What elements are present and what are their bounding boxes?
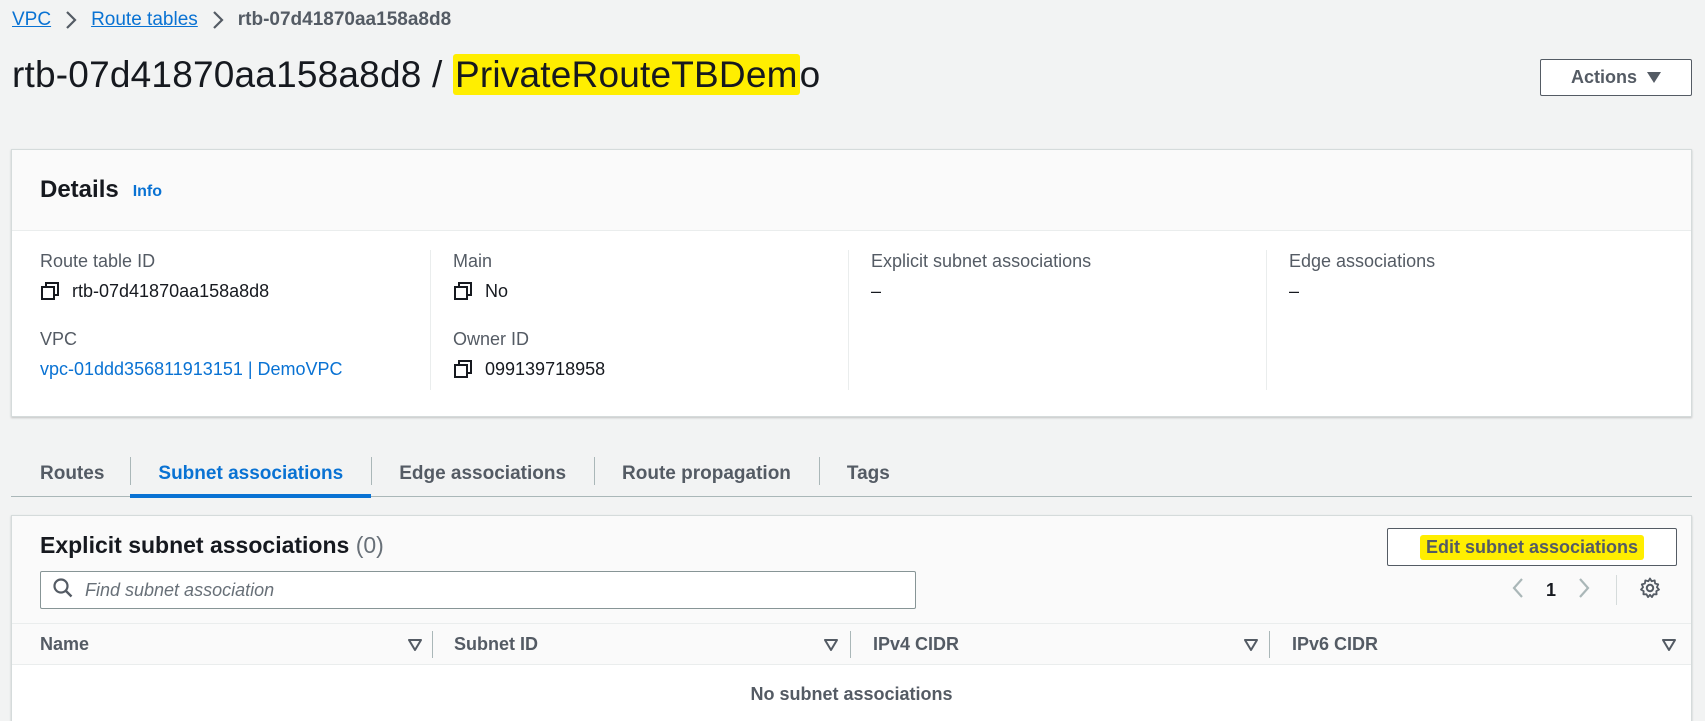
- copy-icon[interactable]: [40, 281, 60, 301]
- actions-button[interactable]: Actions: [1540, 59, 1692, 96]
- tab-edge-associations[interactable]: Edge associations: [371, 451, 594, 497]
- vpc-link[interactable]: vpc-01ddd356811913151 | DemoVPC: [40, 358, 343, 380]
- route-table-id-field: Route table ID rtb-07d41870aa158a8d8: [40, 250, 430, 302]
- owner-id-value: 099139718958: [485, 359, 606, 379]
- owner-id-field: Owner ID 099139718958: [453, 328, 848, 380]
- explicit-associations-label: Explicit subnet associations: [871, 251, 1092, 271]
- tab-subnet-associations[interactable]: Subnet associations: [130, 451, 371, 498]
- subnet-associations-title: Explicit subnet associations (0): [40, 532, 384, 559]
- subnet-associations-panel: Explicit subnet associations (0) Edit su…: [11, 515, 1692, 721]
- page-title-name-highlighted: PrivateRouteTBDem: [452, 54, 800, 95]
- copy-icon[interactable]: [453, 359, 473, 379]
- route-table-id-value: rtb-07d41870aa158a8d8: [72, 281, 270, 301]
- chevron-right-icon[interactable]: [1578, 577, 1590, 603]
- tab-routes[interactable]: Routes: [11, 451, 130, 497]
- gear-icon[interactable]: [1639, 577, 1661, 604]
- column-header-ipv4-cidr-label: IPv4 CIDR: [873, 634, 960, 654]
- details-panel: Details Info Route table ID rtb-07d41870…: [11, 149, 1692, 417]
- column-header-name-label: Name: [40, 634, 90, 654]
- chevron-right-icon: [51, 9, 91, 31]
- edit-subnet-associations-label: Edit subnet associations: [1419, 534, 1645, 560]
- column-divider: [1269, 631, 1270, 658]
- column-divider: [850, 631, 851, 658]
- details-header: Details Info: [12, 150, 1691, 231]
- column-header-ipv4-cidr[interactable]: IPv4 CIDR: [873, 624, 1263, 665]
- column-header-ipv6-cidr-label: IPv6 CIDR: [1292, 634, 1379, 654]
- copy-icon[interactable]: [453, 281, 473, 301]
- page-number[interactable]: 1: [1546, 580, 1556, 601]
- edge-associations-label: Edge associations: [1289, 251, 1436, 271]
- vpc-label: VPC: [40, 329, 78, 349]
- edge-associations-value: –: [1289, 281, 1300, 301]
- column-header-subnet-id-label: Subnet ID: [454, 634, 538, 654]
- route-table-id-row: rtb-07d41870aa158a8d8: [40, 280, 430, 302]
- search-field[interactable]: [40, 571, 916, 609]
- owner-id-label: Owner ID: [453, 329, 530, 349]
- info-link[interactable]: Info: [133, 183, 162, 201]
- page-title-name-rest: o: [799, 54, 821, 95]
- edge-associations-field: Edge associations –: [1289, 250, 1684, 302]
- search-input[interactable]: [85, 579, 885, 601]
- details-column-3: Explicit subnet associations –: [848, 250, 1266, 390]
- route-table-id-label: Route table ID: [40, 251, 156, 271]
- table-header: Name Subnet ID IPv4 CIDR IPv6 CIDR: [12, 624, 1691, 665]
- main-value: No: [485, 281, 509, 301]
- edit-subnet-associations-button[interactable]: Edit subnet associations: [1387, 528, 1677, 566]
- subnet-associations-title-text: Explicit subnet associations: [40, 532, 350, 558]
- tab-tags[interactable]: Tags: [818, 451, 918, 497]
- tab-route-propagation[interactable]: Route propagation: [594, 451, 819, 497]
- sort-icon[interactable]: [1244, 636, 1258, 657]
- subnet-associations-count: (0): [355, 532, 384, 558]
- details-heading: Details: [40, 176, 119, 203]
- main-field: Main No: [453, 250, 848, 302]
- vpc-row: vpc-01ddd356811913151 | DemoVPC: [40, 358, 430, 380]
- column-divider: [432, 631, 433, 658]
- pagination: 1: [1512, 574, 1661, 606]
- explicit-associations-field: Explicit subnet associations –: [871, 250, 1266, 302]
- column-header-subnet-id[interactable]: Subnet ID: [454, 624, 844, 665]
- chevron-left-icon[interactable]: [1512, 577, 1524, 603]
- column-header-ipv6-cidr[interactable]: IPv6 CIDR: [1292, 624, 1682, 665]
- details-column-4: Edge associations –: [1266, 250, 1684, 390]
- pager-divider: [1616, 575, 1618, 605]
- page-title: rtb-07d41870aa158a8d8 / PrivateRouteTBDe…: [12, 54, 820, 96]
- tab-bar: Routes Subnet associations Edge associat…: [11, 451, 1692, 498]
- breadcrumb-route-tables[interactable]: Route tables: [91, 9, 198, 31]
- breadcrumb-vpc[interactable]: VPC: [12, 9, 51, 31]
- search-icon: [53, 577, 73, 603]
- sort-icon[interactable]: [408, 636, 422, 657]
- details-column-2: Main No Owner ID 099139718958: [430, 250, 848, 390]
- details-grid: Route table ID rtb-07d41870aa158a8d8 VPC…: [12, 250, 1691, 400]
- empty-state-message: No subnet associations: [750, 684, 953, 704]
- breadcrumb-current: rtb-07d41870aa158a8d8: [237, 9, 452, 30]
- main-row: No: [453, 280, 848, 302]
- sort-icon[interactable]: [1662, 636, 1676, 657]
- caret-down-icon: [1647, 67, 1661, 88]
- explicit-associations-value: –: [871, 281, 882, 301]
- vpc-field: VPC vpc-01ddd356811913151 | DemoVPC: [40, 328, 430, 380]
- subnet-associations-header: Explicit subnet associations (0) Edit su…: [12, 516, 1691, 624]
- chevron-right-icon: [198, 9, 238, 31]
- owner-id-row: 099139718958: [453, 358, 848, 380]
- sort-icon[interactable]: [824, 636, 838, 657]
- details-column-1: Route table ID rtb-07d41870aa158a8d8 VPC…: [12, 250, 430, 390]
- actions-button-label: Actions: [1570, 67, 1637, 87]
- breadcrumb: VPC Route tables rtb-07d41870aa158a8d8: [12, 8, 451, 32]
- page-title-id: rtb-07d41870aa158a8d8 /: [12, 54, 453, 95]
- column-header-name[interactable]: Name: [40, 624, 430, 665]
- main-label: Main: [453, 251, 493, 271]
